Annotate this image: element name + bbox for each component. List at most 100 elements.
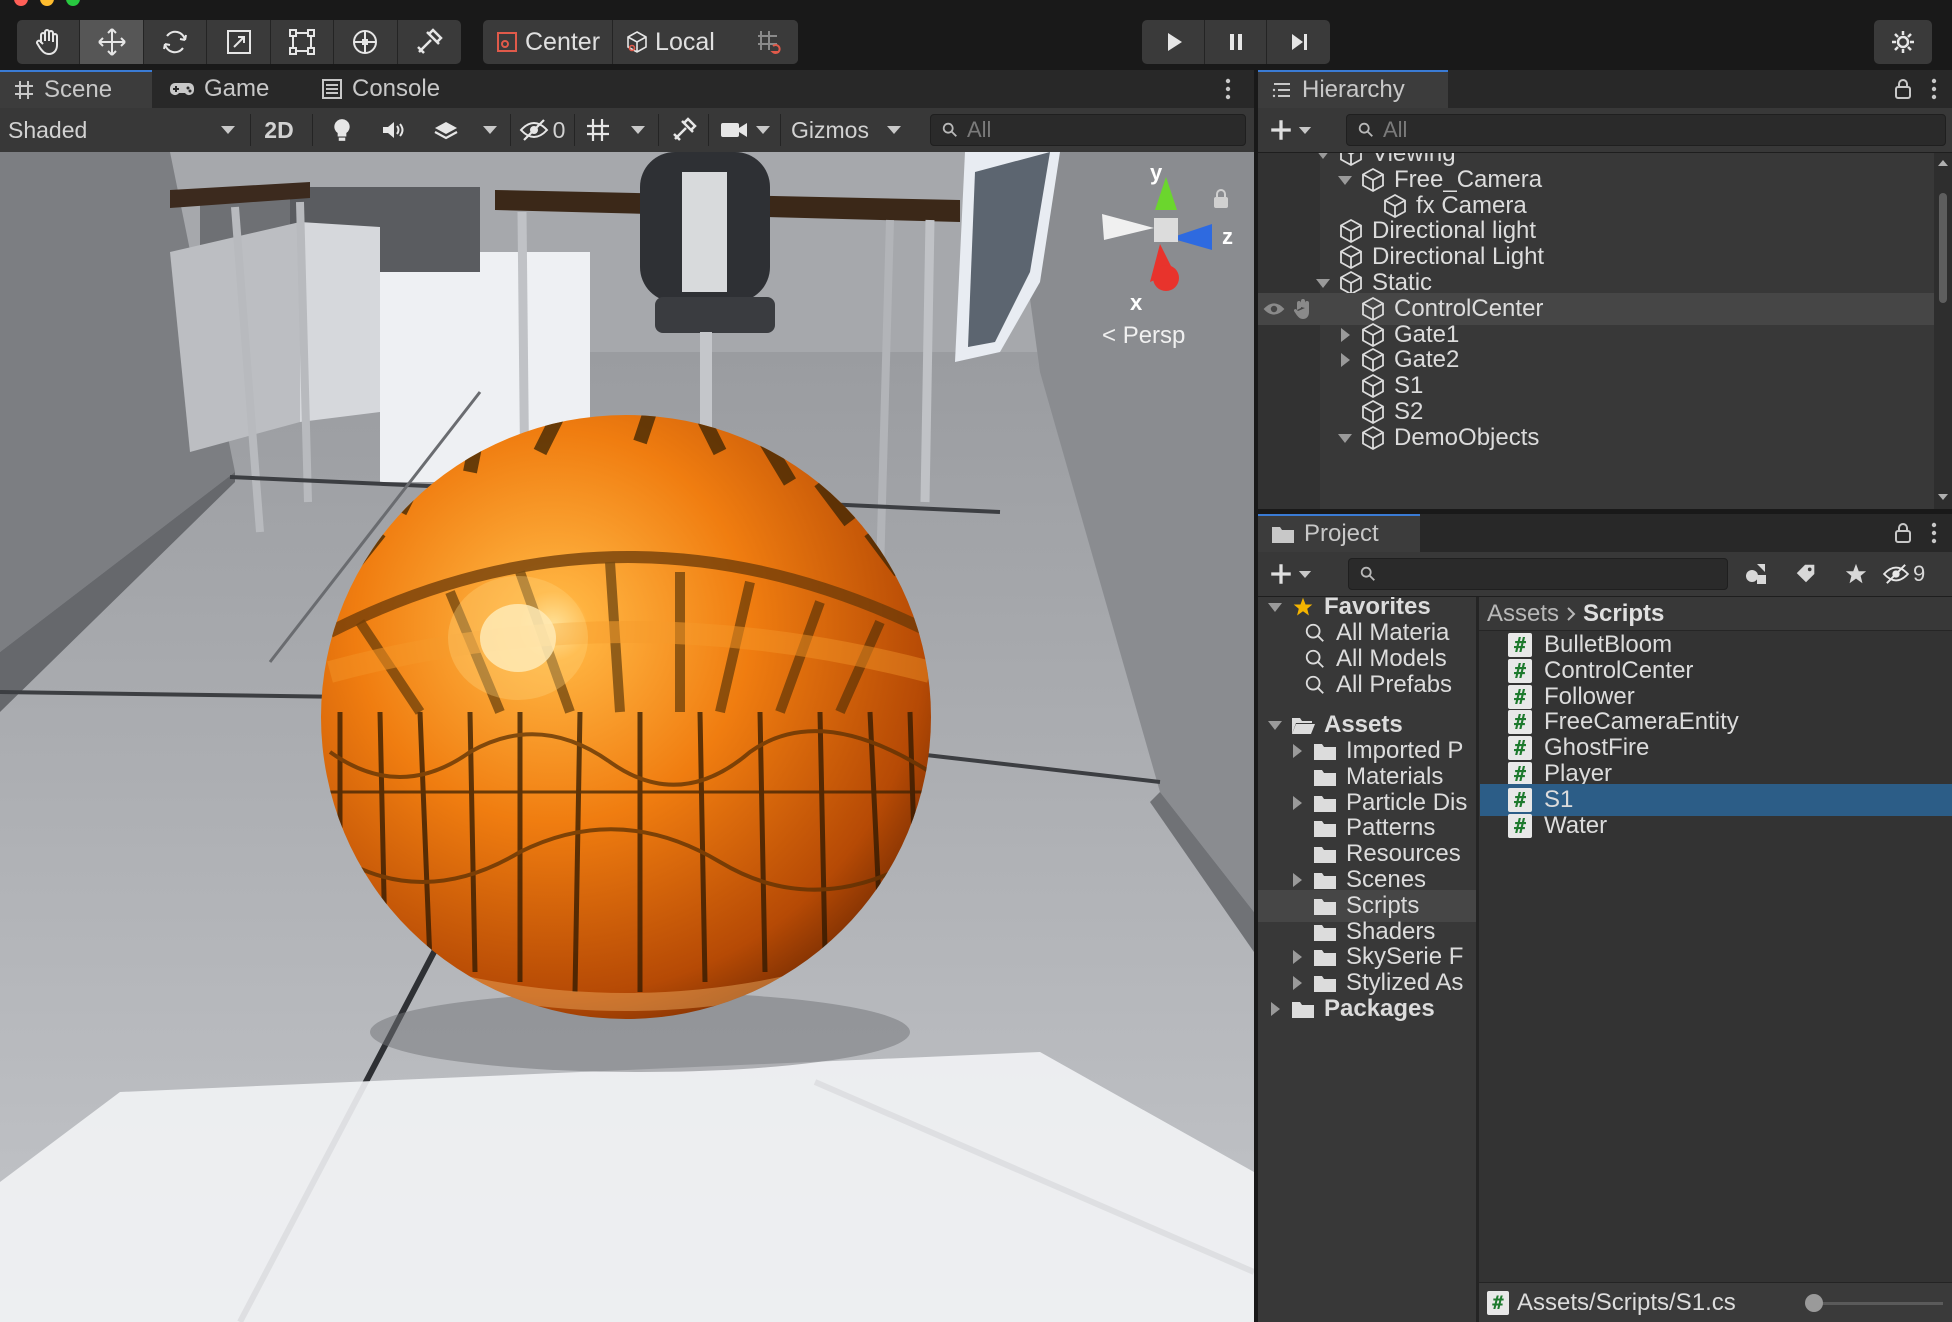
tab-project[interactable]: Project [1258, 514, 1420, 552]
scale-tool-button[interactable] [207, 20, 271, 64]
favorites-filter-button[interactable] [1836, 558, 1876, 590]
hidden-objects-toggle[interactable]: 0 [514, 112, 570, 148]
tab-scene[interactable]: Scene [0, 70, 152, 108]
pickable-hand-icon[interactable] [1292, 298, 1312, 320]
project-menu-icon[interactable] [1924, 520, 1944, 546]
fold-closed-icon[interactable] [1288, 742, 1306, 760]
maximize-window-icon[interactable] [66, 0, 80, 6]
tab-game[interactable]: Game [156, 70, 281, 108]
hidden-packages-toggle[interactable]: 9 [1882, 558, 1948, 590]
tag-icon [1796, 564, 1815, 583]
tab-hierarchy[interactable]: Hierarchy [1258, 70, 1448, 108]
fold-open-icon[interactable] [1336, 429, 1354, 447]
minimize-window-icon[interactable] [40, 0, 54, 6]
eye-slash-icon [1882, 564, 1910, 584]
hierarchy-search-input[interactable]: All [1346, 114, 1946, 146]
fold-open-icon[interactable] [1266, 598, 1284, 616]
tab-console[interactable]: Console [308, 70, 452, 108]
fold-closed-icon[interactable] [1266, 1000, 1284, 1018]
lock-icon[interactable] [1212, 188, 1230, 210]
fold-closed-icon[interactable] [1336, 326, 1354, 344]
search-by-type-button[interactable] [1736, 558, 1776, 590]
breadcrumb-scripts[interactable]: Scripts [1583, 600, 1664, 628]
fold-closed-icon[interactable] [1288, 794, 1306, 812]
audio-toggle-button[interactable] [372, 112, 416, 148]
scene-toolbar: Shaded 2D 0 Gizmos All [0, 108, 1254, 153]
script-asset-item[interactable]: # Water [1480, 810, 1952, 842]
hand-tool-button[interactable] [17, 20, 81, 64]
chevron-down-icon [483, 126, 497, 134]
local-cube-icon [627, 31, 647, 53]
camera-settings-button[interactable] [714, 112, 754, 148]
tab-console-label: Console [352, 75, 441, 102]
fold-closed-icon[interactable] [1336, 351, 1354, 369]
scene-search-input[interactable]: All [930, 114, 1246, 146]
fold-closed-icon[interactable] [1288, 974, 1306, 992]
pause-button[interactable] [1205, 20, 1268, 64]
effects-toggle-button[interactable] [424, 112, 468, 148]
scene-orientation-gizmo[interactable]: y z x < Persp [1080, 160, 1250, 362]
rect-tool-button[interactable] [271, 20, 335, 64]
chevron-down-icon [756, 126, 770, 134]
fold-open-icon[interactable] [1314, 153, 1332, 163]
breadcrumb: Assets Scripts [1479, 597, 1952, 631]
cloud-settings-button[interactable] [1874, 20, 1932, 64]
csharp-script-icon: # [1508, 787, 1532, 812]
fold-open-icon[interactable] [1314, 274, 1332, 292]
fold-open-icon[interactable] [1336, 171, 1354, 189]
camera-settings-dropdown[interactable] [750, 112, 776, 148]
scene-tools-button[interactable] [666, 112, 702, 148]
lock-icon[interactable] [1894, 78, 1912, 100]
lighting-toggle-button[interactable] [322, 112, 362, 148]
step-button[interactable] [1267, 20, 1330, 64]
folder-open-icon [1292, 718, 1315, 734]
fold-closed-icon[interactable] [1288, 948, 1306, 966]
fold-closed-icon[interactable] [1288, 871, 1306, 889]
fold-open-icon[interactable] [1266, 716, 1284, 734]
move-tool-button[interactable] [80, 20, 144, 64]
pivot-center-button[interactable]: Center [483, 20, 614, 64]
search-icon [1305, 675, 1324, 694]
icon-size-slider[interactable] [1815, 1302, 1943, 1305]
search-by-label-button[interactable] [1786, 558, 1826, 590]
gizmos-toggle-button[interactable]: Gizmos [786, 112, 874, 148]
icon-size-slider-thumb[interactable] [1805, 1294, 1823, 1312]
scene-render [0, 152, 1254, 1322]
play-button[interactable] [1142, 20, 1205, 64]
gameobject-cube-icon [1362, 425, 1384, 450]
grid-dropdown[interactable] [624, 112, 652, 148]
play-icon [1167, 33, 1182, 51]
scale-icon [226, 30, 251, 54]
gizmos-dropdown[interactable] [880, 112, 908, 148]
breadcrumb-assets[interactable]: Assets [1487, 600, 1559, 628]
2d-toggle-button[interactable]: 2D [256, 112, 302, 148]
scene-panel-menu-icon[interactable] [1218, 76, 1238, 102]
visibility-eye-icon[interactable] [1262, 299, 1286, 319]
transform-icon [353, 30, 378, 54]
folder-icon [1314, 769, 1336, 786]
hierarchy-menu-icon[interactable] [1924, 76, 1944, 102]
effects-dropdown[interactable] [476, 112, 504, 148]
project-search-input[interactable] [1348, 558, 1728, 590]
hierarchy-item[interactable]: DemoObjects [1258, 422, 1934, 454]
hierarchy-scrollbar[interactable] [1934, 153, 1952, 509]
rotate-tool-button[interactable] [144, 20, 208, 64]
transform-tool-button[interactable] [334, 20, 398, 64]
draw-mode-dropdown[interactable]: Shaded [8, 112, 236, 148]
axis-z-label: z [1222, 224, 1233, 249]
grid-toggle-button[interactable] [578, 112, 618, 148]
close-window-icon[interactable] [14, 0, 28, 6]
list-icon [1272, 83, 1290, 98]
pivot-space-button[interactable]: Local [613, 20, 727, 64]
custom-tool-button[interactable] [398, 20, 461, 64]
packages-folder[interactable]: Packages [1258, 993, 1476, 1025]
scene-viewport[interactable]: y z x < Persp [0, 152, 1254, 1322]
console-icon [322, 79, 342, 99]
lock-icon[interactable] [1894, 522, 1912, 544]
draw-mode-label: Shaded [8, 116, 88, 143]
favorite-search-item[interactable]: All Prefabs [1258, 669, 1476, 701]
hierarchy-create-button[interactable] [1268, 114, 1322, 146]
project-create-button[interactable] [1268, 558, 1322, 590]
grid-snap-button[interactable] [740, 20, 798, 64]
projection-label[interactable]: < Persp [1102, 322, 1185, 350]
